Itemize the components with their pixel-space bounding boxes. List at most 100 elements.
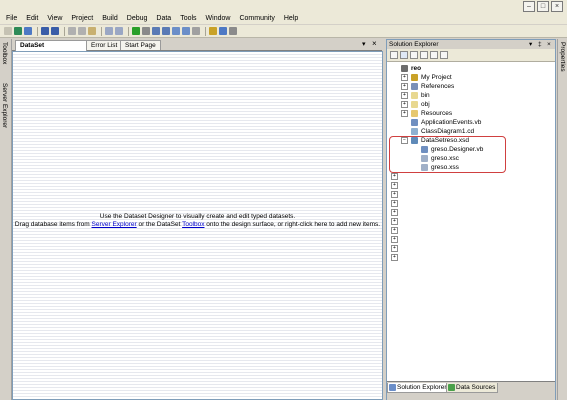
data-sources-tab-icon [448,384,455,391]
step-icon[interactable] [142,27,150,35]
toolbox-tab[interactable]: Toolbox [1,42,8,64]
tree-item-label: My Project [421,74,452,81]
tab-data-sources[interactable]: Data Sources [446,383,499,393]
expand-icon[interactable]: + [391,254,398,261]
expand-icon[interactable]: + [401,74,408,81]
tree-item[interactable]: ApplicationEvents.vb [387,118,555,127]
menu-window[interactable]: Window [201,15,235,22]
expand-icon[interactable]: + [391,182,398,189]
tree-item-label: Resources [421,110,453,117]
tree-item[interactable]: + References [387,82,555,91]
save-icon[interactable] [41,27,49,35]
file-icon [411,110,418,117]
window-position-icon[interactable]: ▾ [529,40,532,49]
server-explorer-link[interactable]: Server Explorer [92,221,137,228]
expand-icon[interactable]: + [401,110,408,117]
tree-item[interactable]: + Resources [387,109,555,118]
view-class-diagram-icon[interactable] [440,51,448,59]
undo-icon[interactable] [105,27,113,35]
object-browser-icon[interactable] [182,27,190,35]
tree-item[interactable]: + obj [387,100,555,109]
expand-icon[interactable]: + [401,83,408,90]
tab-dataset[interactable]: DataSet [15,40,87,51]
class-view-icon[interactable] [209,27,217,35]
close-document-icon[interactable]: × [372,39,377,48]
new-project-icon[interactable] [4,27,12,35]
solution-explorer-toolbar [387,49,555,62]
menu-view[interactable]: View [43,15,67,22]
add-item-icon[interactable] [14,27,22,35]
menu-build[interactable]: Build [98,15,123,22]
dataset-designer-surface[interactable]: Use the Dataset Designer to visually cre… [12,51,383,400]
tree-item[interactable]: reo [387,64,555,73]
expand-icon[interactable]: + [391,245,398,252]
redo-icon[interactable] [115,27,123,35]
tree-item[interactable]: + bin [387,91,555,100]
menu-project[interactable]: Project [67,15,98,22]
expand-icon[interactable]: + [391,227,398,234]
server-explorer-tab[interactable]: Server Explorer [1,83,8,128]
tree-item[interactable]: ClassDiagram1.cd [387,127,555,136]
expand-icon[interactable]: + [391,218,398,225]
expand-icon[interactable]: + [391,236,398,243]
open-icon[interactable] [24,27,32,35]
auto-hide-pin-icon[interactable]: ‡ [538,40,542,49]
file-icon [411,83,418,90]
refresh-icon[interactable] [410,51,418,59]
menu-debug[interactable]: Debug [122,15,152,22]
tree-item-label: bin [421,92,430,99]
file-icon [411,74,418,81]
tab-list-icon[interactable]: ▾ [362,40,366,48]
solution-tree: reo + My Project + References + bin + obj + Resour… [387,64,555,380]
solution-explorer-icon[interactable] [162,27,170,35]
solution-explorer-bottom-tabs: Solution Explorer Data Sources [387,381,555,400]
start-debugging-icon[interactable] [132,27,140,35]
menu-file[interactable]: File [0,15,22,22]
expand-icon[interactable]: + [401,92,408,99]
view-designer-icon[interactable] [430,51,438,59]
menu-bar: File Edit View Project Build Debug Data Tools Wi… [0,12,567,24]
show-all-files-icon[interactable] [400,51,408,59]
solution-explorer-title: Solution Explorer [389,41,439,48]
find-icon[interactable] [152,27,160,35]
copy-icon[interactable] [78,27,86,35]
view-code-icon[interactable] [420,51,428,59]
expand-icon[interactable]: + [391,191,398,198]
expand-icon[interactable]: + [391,173,398,180]
menu-data[interactable]: Data [152,15,176,22]
expand-icon[interactable]: + [391,209,398,216]
tab-error-list[interactable]: Error List [86,40,123,50]
menu-tools[interactable]: Tools [176,15,201,22]
properties-button-icon[interactable] [390,51,398,59]
properties-tab[interactable]: Properties [559,42,566,72]
properties-strip: Properties [557,39,567,400]
minimize-icon[interactable]: – [523,1,535,12]
menu-edit[interactable]: Edit [22,15,43,22]
paste-icon[interactable] [88,27,96,35]
properties-icon[interactable] [172,27,180,35]
tab-start-page[interactable]: Start Page [120,40,161,50]
tree-item-label: obj [421,101,430,108]
close-panel-icon[interactable]: × [547,40,551,49]
cut-icon[interactable] [68,27,76,35]
solution-explorer-panel: Solution Explorer ▾ ‡ × reo + My Project + R… [386,39,556,400]
tree-item-label: ApplicationEvents.vb [421,119,482,126]
save-all-icon[interactable] [51,27,59,35]
expand-icon[interactable]: + [391,200,398,207]
maximize-icon[interactable]: □ [537,1,549,12]
tab-solution-explorer[interactable]: Solution Explorer [387,383,450,393]
menu-help[interactable]: Help [279,15,302,22]
solution-explorer-tab-icon [389,384,396,391]
start-page-icon[interactable] [219,27,227,35]
tree-item[interactable]: + My Project [387,73,555,82]
designer-hint-line2: Drag database items from Server Explorer… [14,221,381,228]
toolbox-link[interactable]: Toolbox [182,221,204,228]
expand-icon[interactable]: + [401,101,408,108]
toolbox-icon[interactable] [192,27,200,35]
toolbar-options-icon[interactable] [229,27,237,35]
menu-community[interactable]: Community [235,15,279,22]
file-icon [411,128,418,135]
file-icon [411,119,418,126]
close-icon[interactable]: × [551,1,563,12]
document-tab-strip: DataSet Error List Start Page ▾ × [12,39,382,51]
